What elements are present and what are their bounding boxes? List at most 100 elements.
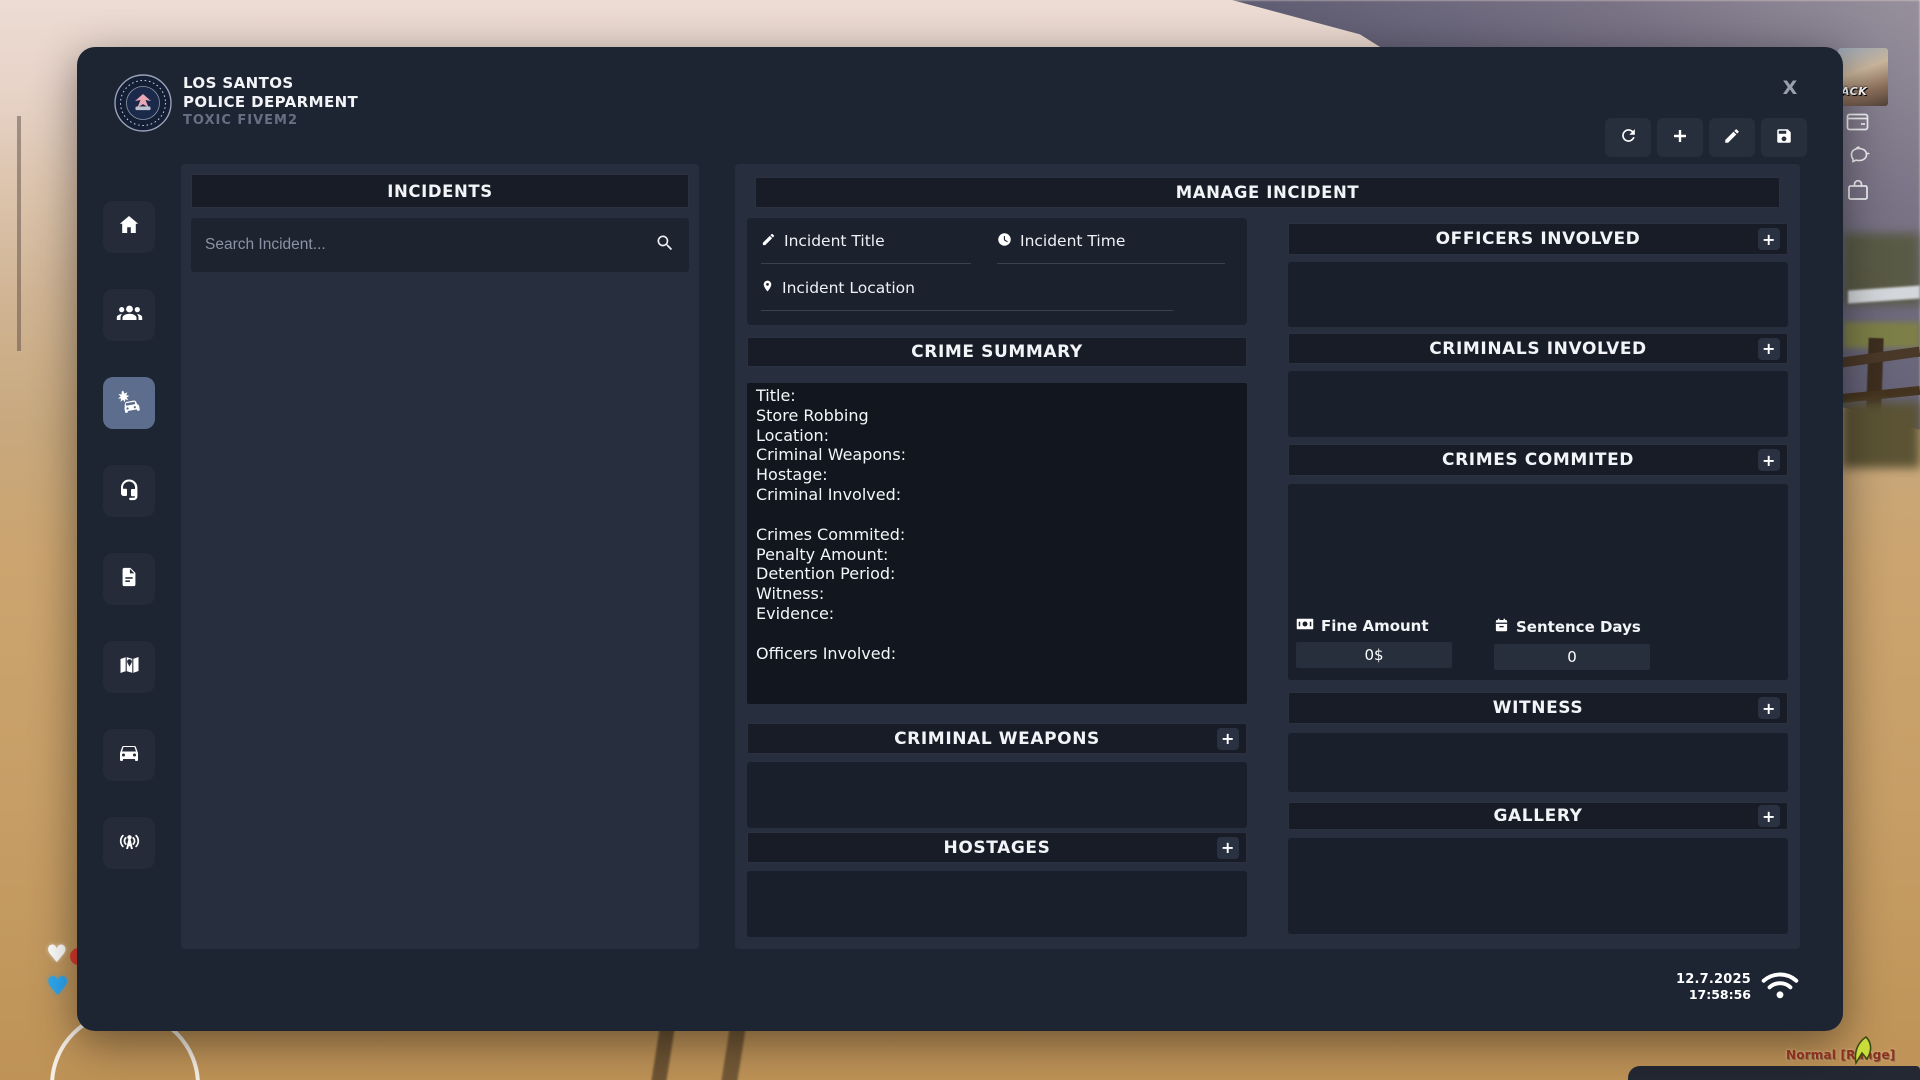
add-officer-button[interactable]: + xyxy=(1758,228,1780,250)
map-marker-icon xyxy=(117,653,142,681)
sentence-days-group: Sentence Days xyxy=(1494,617,1664,670)
manage-incident-title-text: MANAGE INCIDENT xyxy=(1176,183,1360,202)
health-heart-icon: ♥ xyxy=(46,940,68,968)
add-gallery-image-button[interactable]: + xyxy=(1758,805,1780,827)
status-time: 17:58:56 xyxy=(1676,987,1751,1002)
users-icon xyxy=(116,301,143,329)
add-incident-button[interactable] xyxy=(1657,118,1703,157)
home-icon xyxy=(117,213,141,241)
criminal-weapons-list xyxy=(747,762,1247,828)
refresh-icon xyxy=(1619,126,1638,149)
car-crash-icon xyxy=(116,388,143,419)
crime-summary-textarea[interactable]: Title: Store Robbing Location: Criminal … xyxy=(747,383,1247,704)
incidents-panel: INCIDENTS xyxy=(181,164,699,949)
hud-right-icons xyxy=(1846,112,1872,201)
add-crime-button[interactable]: + xyxy=(1758,449,1780,471)
sidebar-item-citizens[interactable] xyxy=(103,289,155,341)
criminals-involved-list xyxy=(1288,371,1788,437)
incident-location-field[interactable]: Incident Location xyxy=(761,277,1233,311)
refresh-button[interactable] xyxy=(1605,118,1651,157)
location-marker-icon xyxy=(761,278,774,298)
document-icon xyxy=(118,565,140,593)
mdt-window: LOS SANTOS POLICE DEPARMENT TOXIC FIVEM2… xyxy=(77,47,1843,1031)
status-bar: 12.7.2025 17:58:56 xyxy=(1676,969,1800,1004)
piggy-bank-icon xyxy=(1846,144,1872,166)
add-criminal-weapon-button[interactable]: + xyxy=(1217,728,1239,750)
save-incident-button[interactable] xyxy=(1761,118,1807,157)
game-screen: ACK ♥ ♥ Normal [Range] xyxy=(0,0,1920,1080)
criminal-weapons-title-text: CRIMINAL WEAPONS xyxy=(894,729,1100,749)
manage-incident-panel: MANAGE INCIDENT Incident Title xyxy=(735,164,1800,949)
gallery-title-text: GALLERY xyxy=(1493,806,1582,826)
broadcast-tower-icon xyxy=(117,829,142,857)
title-subtitle: TOXIC FIVEM2 xyxy=(183,113,358,128)
sidebar xyxy=(103,201,155,869)
graphics-overlay-label: Normal [Range] xyxy=(1786,1048,1895,1062)
toolbar xyxy=(1605,118,1807,157)
fine-amount-input[interactable] xyxy=(1296,642,1452,668)
edit-icon xyxy=(1723,127,1741,149)
headset-icon xyxy=(117,477,141,505)
sidebar-item-incidents[interactable] xyxy=(103,377,155,429)
officers-involved-title-text: OFFICERS INVOLVED xyxy=(1436,229,1641,249)
incident-time-field[interactable]: Incident Time xyxy=(997,230,1233,264)
title-line1: LOS SANTOS xyxy=(183,74,358,93)
sidebar-item-vehicles[interactable] xyxy=(103,729,155,781)
background-pole xyxy=(17,116,21,351)
add-criminal-button[interactable]: + xyxy=(1758,338,1780,360)
criminals-involved-header: CRIMINALS INVOLVED + xyxy=(1288,333,1788,364)
sentence-days-input[interactable] xyxy=(1494,644,1650,670)
incident-time-label: Incident Time xyxy=(1020,232,1125,250)
wifi-icon xyxy=(1760,969,1800,1004)
crime-summary-header: CRIME SUMMARY xyxy=(747,337,1247,367)
manage-left-column: Incident Title Incident Time xyxy=(747,218,1247,937)
hostages-list xyxy=(747,871,1247,937)
incident-title-field[interactable]: Incident Title xyxy=(761,230,997,264)
gallery-header: GALLERY + xyxy=(1288,802,1788,830)
manage-right-column: OFFICERS INVOLVED + CRIMINALS INVOLVED +… xyxy=(1288,218,1788,937)
money-bill-icon xyxy=(1296,617,1314,635)
sidebar-item-dispatch[interactable] xyxy=(103,465,155,517)
calendar-icon xyxy=(1494,617,1509,637)
witness-list xyxy=(1288,733,1788,792)
criminal-weapons-header: CRIMINAL WEAPONS + xyxy=(747,723,1247,754)
sidebar-item-reports[interactable] xyxy=(103,553,155,605)
hostages-header: HOSTAGES + xyxy=(747,832,1247,863)
criminals-involved-title-text: CRIMINALS INVOLVED xyxy=(1429,339,1647,359)
add-witness-button[interactable]: + xyxy=(1758,697,1780,719)
incident-search[interactable] xyxy=(191,218,689,272)
add-hostage-button[interactable]: + xyxy=(1217,837,1239,859)
crimes-commited-title-text: CRIMES COMMITED xyxy=(1442,450,1634,470)
search-icon[interactable] xyxy=(655,233,675,257)
pencil-icon xyxy=(761,232,776,251)
gallery-list xyxy=(1288,838,1788,934)
sidebar-item-map[interactable] xyxy=(103,641,155,693)
witness-title-text: WITNESS xyxy=(1493,698,1583,718)
search-input[interactable] xyxy=(205,236,655,254)
incidents-title-text: INCIDENTS xyxy=(387,182,493,201)
sidebar-item-home[interactable] xyxy=(103,201,155,253)
background-bush xyxy=(1842,402,1920,468)
witness-header: WITNESS + xyxy=(1288,692,1788,724)
lspd-badge-logo xyxy=(113,73,173,133)
manage-incident-title: MANAGE INCIDENT xyxy=(755,177,1780,208)
penalty-row: Fine Amount Sentence Days xyxy=(1288,617,1788,680)
hud-poster: ACK xyxy=(1838,48,1888,106)
hostages-title-text: HOSTAGES xyxy=(944,838,1051,858)
status-date: 12.7.2025 xyxy=(1676,972,1751,987)
wallet-icon xyxy=(1846,112,1872,132)
app-title: LOS SANTOS POLICE DEPARMENT TOXIC FIVEM2 xyxy=(183,74,358,128)
incident-fields-card: Incident Title Incident Time xyxy=(747,218,1247,325)
car-icon xyxy=(117,741,141,769)
close-button[interactable]: X xyxy=(1775,73,1805,103)
fine-amount-group: Fine Amount xyxy=(1296,617,1466,670)
incident-title-label: Incident Title xyxy=(784,232,885,250)
sidebar-item-radio[interactable] xyxy=(103,817,155,869)
crime-summary-title-text: CRIME SUMMARY xyxy=(911,342,1083,362)
edit-incident-button[interactable] xyxy=(1709,118,1755,157)
clock-icon xyxy=(997,232,1012,251)
crimes-commited-header: CRIMES COMMITED + xyxy=(1288,444,1788,476)
minimap-corner xyxy=(1628,1066,1920,1080)
incident-location-label: Incident Location xyxy=(782,279,915,297)
hud-poster-text: ACK xyxy=(1841,85,1867,98)
